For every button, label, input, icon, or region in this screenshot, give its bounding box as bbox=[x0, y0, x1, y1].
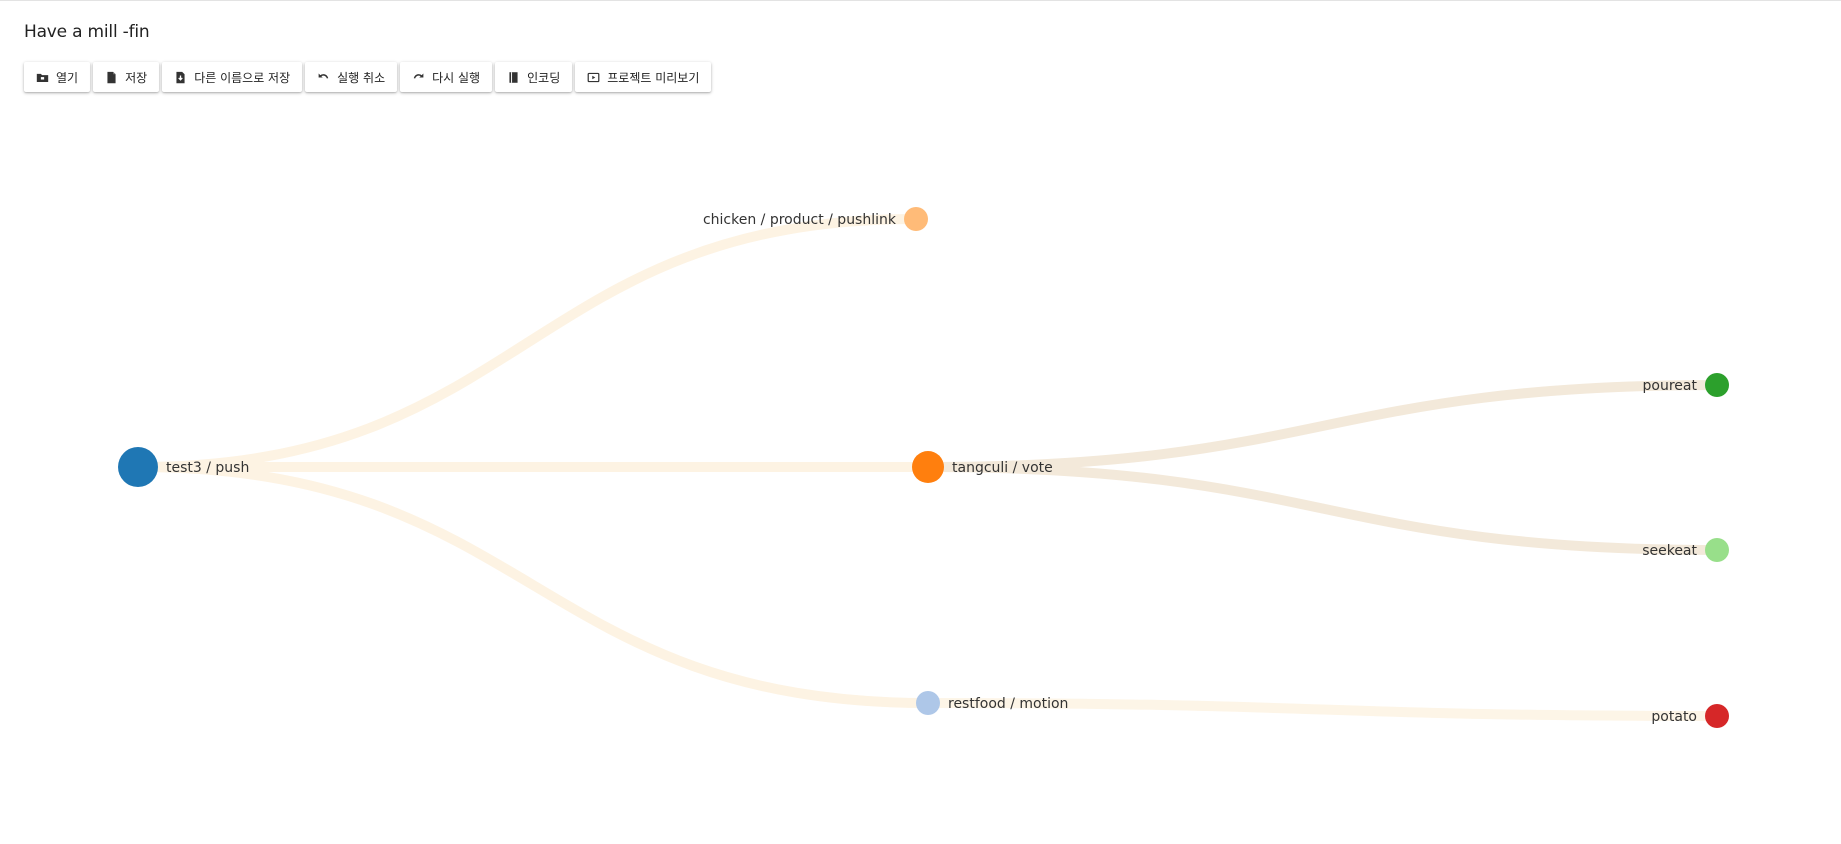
tree-node-root[interactable]: test3 / push bbox=[118, 447, 249, 487]
tree-node-restfood[interactable]: restfood / motion bbox=[916, 691, 1068, 715]
tree-node-circle-root[interactable] bbox=[118, 447, 158, 487]
tree-diagram: test3 / push chicken / product / pushlink… bbox=[118, 207, 1729, 728]
tree-node-label-poureat: poureat bbox=[1643, 378, 1698, 394]
tree-node-seekeat[interactable]: seekeat bbox=[1642, 538, 1729, 562]
tree-node-circle-potato[interactable] bbox=[1705, 704, 1729, 728]
tree-link-tangculi-seekeat bbox=[923, 462, 1722, 555]
tree-link-tangculi-poureat bbox=[923, 380, 1722, 472]
tree-node-circle-poureat[interactable] bbox=[1705, 373, 1729, 397]
tree-node-chicken[interactable]: chicken / product / pushlink bbox=[703, 207, 928, 231]
tree-node-poureat[interactable]: poureat bbox=[1643, 373, 1729, 397]
app-page: Have a mill -fin 열기 저장 다른 이름으로 저장 실행 취소 … bbox=[0, 0, 1841, 844]
tree-node-circle-tangculi[interactable] bbox=[912, 451, 944, 483]
tree-node-potato[interactable]: potato bbox=[1651, 704, 1729, 728]
tree-node-tangculi[interactable]: tangculi / vote bbox=[912, 451, 1053, 483]
tree-node-label-chicken: chicken / product / pushlink bbox=[703, 212, 897, 228]
tree-node-label-potato: potato bbox=[1651, 709, 1697, 725]
tree-node-label-root: test3 / push bbox=[166, 460, 249, 476]
tree-link-root-restfood bbox=[133, 462, 933, 708]
tree-node-circle-chicken[interactable] bbox=[904, 207, 928, 231]
tree-node-label-tangculi: tangculi / vote bbox=[952, 460, 1053, 476]
tree-node-label-seekeat: seekeat bbox=[1642, 543, 1697, 559]
tree-node-label-restfood: restfood / motion bbox=[948, 696, 1068, 712]
tree-link-root-chicken bbox=[133, 214, 921, 472]
tree-node-circle-restfood[interactable] bbox=[916, 691, 940, 715]
tree-node-circle-seekeat[interactable] bbox=[1705, 538, 1729, 562]
